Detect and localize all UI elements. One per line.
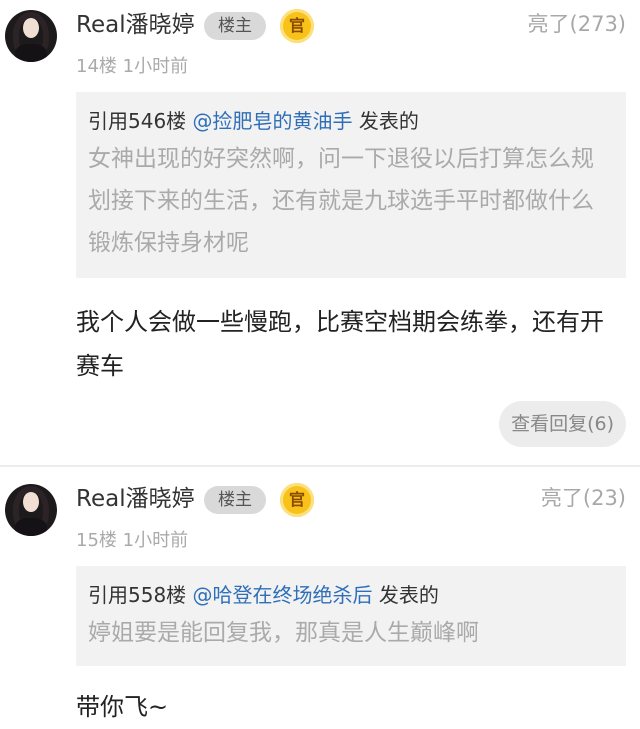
quote-suffix: 发表的 bbox=[372, 583, 439, 607]
quote-header: 引用558楼 @哈登在终场绝杀后 发表的 bbox=[88, 580, 614, 610]
avatar-body bbox=[15, 44, 47, 62]
quote-body: 婷姐要是能回复我，那真是人生巅峰啊 bbox=[88, 620, 479, 646]
like-button[interactable]: 亮了(273) bbox=[528, 8, 626, 38]
avatar-face bbox=[23, 492, 39, 512]
avatar[interactable] bbox=[5, 484, 57, 536]
quote-block[interactable]: 引用546楼 @捡肥皂的黄油手 发表的 女神出现的好突然啊，问一下退役以后打算怎… bbox=[76, 92, 626, 278]
owner-badge: 楼主 bbox=[204, 486, 266, 514]
quote-body: 女神出现的好突然啊，问一下退役以后打算怎么规划接下来的生活，还有就是九球选手平时… bbox=[88, 146, 594, 256]
post-meta: 15楼 1小时前 bbox=[76, 526, 188, 552]
post-floor-14: Real潘晓婷 楼主 官 亮了(273) 14楼 1小时前 引用546楼 @捡肥… bbox=[0, 0, 640, 465]
reply-text: 我个人会做一些慢跑，比赛空档期会练拳，还有开赛车 bbox=[76, 308, 604, 380]
quote-prefix: 引用546楼 bbox=[88, 109, 193, 133]
quoted-user-link[interactable]: @捡肥皂的黄油手 bbox=[193, 109, 353, 133]
quote-prefix: 引用558楼 bbox=[88, 583, 193, 607]
like-button[interactable]: 亮了(23) bbox=[541, 482, 626, 512]
quote-block[interactable]: 引用558楼 @哈登在终场绝杀后 发表的 婷姐要是能回复我，那真是人生巅峰啊 bbox=[76, 566, 626, 666]
floor-number: 15楼 bbox=[76, 530, 117, 551]
username[interactable]: Real潘晓婷 bbox=[76, 484, 195, 514]
official-badge-icon: 官 bbox=[280, 9, 314, 43]
floor-number: 14楼 bbox=[76, 56, 117, 77]
avatar[interactable] bbox=[5, 10, 57, 62]
avatar-face bbox=[23, 18, 39, 38]
avatar-body bbox=[15, 518, 47, 536]
quoted-user-link[interactable]: @哈登在终场绝杀后 bbox=[193, 583, 373, 607]
owner-badge: 楼主 bbox=[204, 12, 266, 40]
post-floor-15: Real潘晓婷 楼主 官 亮了(23) 15楼 1小时前 引用558楼 @哈登在… bbox=[0, 467, 640, 721]
quote-header: 引用546楼 @捡肥皂的黄油手 发表的 bbox=[88, 106, 614, 136]
quote-suffix: 发表的 bbox=[352, 109, 419, 133]
post-meta: 14楼 1小时前 bbox=[76, 52, 188, 78]
official-badge-icon: 官 bbox=[280, 483, 314, 517]
post-time: 1小时前 bbox=[122, 56, 189, 77]
view-replies-button[interactable]: 查看回复(6) bbox=[499, 401, 626, 447]
post-time: 1小时前 bbox=[122, 530, 189, 551]
username[interactable]: Real潘晓婷 bbox=[76, 10, 195, 40]
reply-text: 带你飞~ bbox=[76, 693, 169, 721]
